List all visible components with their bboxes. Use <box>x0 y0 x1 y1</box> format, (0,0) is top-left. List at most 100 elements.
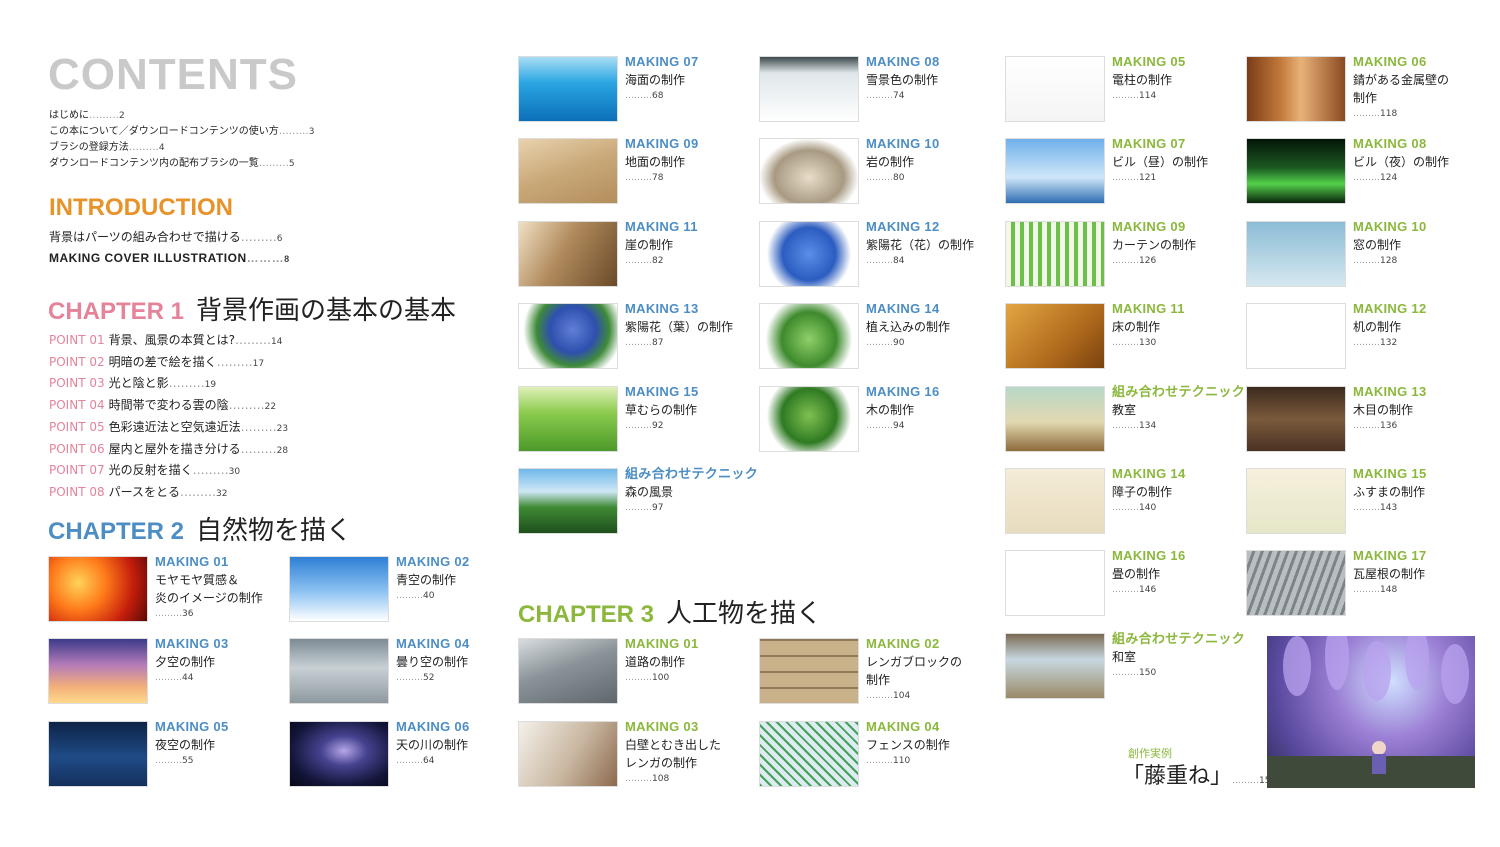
making-item-label[interactable]: MAKING 13 紫陽花（葉）の制作 ………87 <box>625 300 733 350</box>
tatami-thumbnail[interactable] <box>1005 550 1105 617</box>
making-item-label[interactable]: MAKING 06 錆がある金属壁の 制作 ………118 <box>1353 53 1449 121</box>
road-thumbnail[interactable] <box>518 638 618 704</box>
making-item-label[interactable]: MAKING 16 畳の制作 ………146 <box>1112 547 1186 597</box>
hydrangea-thumbnail[interactable] <box>759 220 859 287</box>
making-item-label[interactable]: MAKING 05 電柱の制作 ………114 <box>1112 53 1186 103</box>
hydleaf-thumbnail[interactable] <box>518 303 618 370</box>
front-matter-item[interactable]: はじめに………2 <box>49 108 314 124</box>
woodgrain-thumbnail[interactable] <box>1246 385 1346 452</box>
fire-thumbnail[interactable] <box>48 556 148 622</box>
making-item-label[interactable]: MAKING 01 道路の制作 ………100 <box>625 635 699 685</box>
bldgnight-thumbnail[interactable] <box>1246 138 1346 205</box>
making-item-label[interactable]: MAKING 12 紫陽花（花）の制作 ………84 <box>866 218 974 268</box>
washitsu-thumbnail[interactable] <box>1005 632 1105 699</box>
showcase-illustration[interactable] <box>1267 636 1475 788</box>
pole-thumbnail[interactable] <box>1005 56 1105 122</box>
making-item-label[interactable]: MAKING 04 曇り空の制作 ………52 <box>396 635 470 685</box>
making-item-label[interactable]: 組み合わせテクニック 和室 ………150 <box>1112 630 1245 680</box>
making-item-label[interactable]: MAKING 08 雪景色の制作 ………74 <box>866 53 940 103</box>
introduction-item[interactable]: MAKING COVER ILLUSTRATION………8 <box>49 249 290 269</box>
making-item-label[interactable]: MAKING 12 机の制作 ………132 <box>1353 300 1427 350</box>
making-item-label[interactable]: MAKING 13 木目の制作 ………136 <box>1353 383 1427 433</box>
making-item-label[interactable]: MAKING 15 草むらの制作 ………92 <box>625 383 699 433</box>
making-item-label[interactable]: 組み合わせテクニック 教室 ………134 <box>1112 383 1245 433</box>
page-number: ………146 <box>1112 585 1157 596</box>
making-item-label[interactable]: MAKING 07 海面の制作 ………68 <box>625 53 699 103</box>
chapter1-point[interactable]: POINT 04 時間帯で変わる雲の陰………22 <box>49 396 288 418</box>
making-item-label[interactable]: MAKING 05 夜空の制作 ………55 <box>155 718 229 768</box>
milkyway-thumbnail[interactable] <box>289 721 389 787</box>
making-item-label[interactable]: MAKING 01 モヤモヤ質感＆ 炎のイメージの制作 ………36 <box>155 553 263 621</box>
making-item-label[interactable]: MAKING 02 青空の制作 ………40 <box>396 553 470 603</box>
introduction-item[interactable]: 背景はパーツの組み合わせで描ける………6 <box>49 228 290 249</box>
shoji-thumbnail[interactable] <box>1005 468 1105 534</box>
making-item-label[interactable]: MAKING 15 ふすまの制作 ………143 <box>1353 465 1427 515</box>
page-title: CONTENTS <box>48 50 298 99</box>
snow-thumbnail[interactable] <box>759 56 859 122</box>
cloudy-thumbnail[interactable] <box>289 638 389 704</box>
chapter1-point[interactable]: POINT 05 色彩遠近法と空気遠近法………23 <box>49 418 288 440</box>
making-title: 畳の制作 <box>1112 567 1161 582</box>
front-matter-item[interactable]: ブラシの登録方法………4 <box>49 140 314 156</box>
front-matter-item[interactable]: ダウンロードコンテンツ内の配布ブラシの一覧………5 <box>49 156 314 172</box>
fence-thumbnail[interactable] <box>759 721 859 787</box>
chapter1-point[interactable]: POINT 07 光の反射を描く………30 <box>49 461 288 483</box>
front-matter-item[interactable]: この本について／ダウンロードコンテンツの使い方………3 <box>49 124 314 140</box>
bluesky-thumbnail[interactable] <box>289 556 389 622</box>
making-title: ビル（夜）の制作 <box>1353 155 1450 170</box>
shrub-thumbnail[interactable] <box>759 303 859 370</box>
whitewall-thumbnail[interactable] <box>518 721 618 787</box>
making-item-label[interactable]: MAKING 10 岩の制作 ………80 <box>866 135 940 185</box>
making-item-label[interactable]: MAKING 14 障子の制作 ………140 <box>1112 465 1186 515</box>
chapter1-point[interactable]: POINT 01 背景、風景の本質とは?………14 <box>49 331 288 353</box>
brick-thumbnail[interactable] <box>759 638 859 704</box>
page-number: ………130 <box>1112 338 1157 349</box>
floor-thumbnail[interactable] <box>1005 303 1105 370</box>
making-item-label[interactable]: MAKING 16 木の制作 ………94 <box>866 383 940 433</box>
making-item-label[interactable]: MAKING 03 白壁とむき出した レンガの制作 ………108 <box>625 718 721 786</box>
making-item-label[interactable]: MAKING 17 瓦屋根の制作 ………148 <box>1353 547 1427 597</box>
window-thumbnail[interactable] <box>1246 220 1346 287</box>
sea-thumbnail[interactable] <box>518 56 618 122</box>
making-item-label[interactable]: MAKING 09 カーテンの制作 ………126 <box>1112 218 1196 268</box>
making-number: MAKING 15 <box>625 383 699 399</box>
showcase-title[interactable]: 「藤重ね」………154 <box>1122 758 1276 790</box>
making-item-label[interactable]: 組み合わせテクニック 森の風景 ………97 <box>625 465 758 515</box>
making-item-label[interactable]: MAKING 07 ビル（昼）の制作 ………121 <box>1112 135 1208 185</box>
making-item-label[interactable]: MAKING 03 夕空の制作 ………44 <box>155 635 229 685</box>
making-item-label[interactable]: MAKING 04 フェンスの制作 ………110 <box>866 718 950 768</box>
chapter1-point[interactable]: POINT 08 パースをとる………32 <box>49 483 288 505</box>
kawara-thumbnail[interactable] <box>1246 550 1346 617</box>
chapter1-point[interactable]: POINT 02 明暗の差で絵を描く………17 <box>49 353 288 375</box>
chapter1-point[interactable]: POINT 03 光と陰と影………19 <box>49 374 288 396</box>
page-number: 19 <box>204 380 217 391</box>
making-item-label[interactable]: MAKING 14 植え込みの制作 ………90 <box>866 300 950 350</box>
chapter1-point[interactable]: POINT 06 屋内と屋外を描き分ける………28 <box>49 440 288 462</box>
classroom-thumbnail[interactable] <box>1005 385 1105 452</box>
rust-thumbnail[interactable] <box>1246 56 1346 122</box>
grass-thumbnail[interactable] <box>518 385 618 452</box>
making-item-label[interactable]: MAKING 02 レンガブロックの 制作 ………104 <box>866 635 962 703</box>
making-item-label[interactable]: MAKING 10 窓の制作 ………128 <box>1353 218 1427 268</box>
making-title: 窓の制作 <box>1353 237 1402 252</box>
making-item-label[interactable]: MAKING 11 床の制作 ………130 <box>1112 300 1185 350</box>
making-title: 白壁とむき出した <box>625 738 722 752</box>
curtain-thumbnail[interactable] <box>1005 220 1105 287</box>
making-item-label[interactable]: MAKING 06 天の川の制作 ………64 <box>396 718 470 768</box>
tree-thumbnail[interactable] <box>759 385 859 452</box>
bldgday-thumbnail[interactable] <box>1005 138 1105 205</box>
forest-thumbnail[interactable] <box>518 468 618 534</box>
ground-thumbnail[interactable] <box>518 138 618 205</box>
dusk-thumbnail[interactable] <box>48 638 148 704</box>
making-item-label[interactable]: MAKING 11 崖の制作 ………82 <box>625 218 698 268</box>
making-number: MAKING 14 <box>866 301 940 317</box>
making-item-label[interactable]: MAKING 09 地面の制作 ………78 <box>625 135 699 185</box>
making-number: MAKING 11 <box>1112 301 1185 317</box>
making-item-label[interactable]: MAKING 08 ビル（夜）の制作 ………124 <box>1353 135 1449 185</box>
rock-thumbnail[interactable] <box>759 138 859 205</box>
night-thumbnail[interactable] <box>48 721 148 787</box>
cliff-thumbnail[interactable] <box>518 220 618 287</box>
point-title: 明暗の差で絵を描く <box>108 354 217 369</box>
desk-thumbnail[interactable] <box>1246 303 1346 370</box>
fusuma-thumbnail[interactable] <box>1246 468 1346 534</box>
